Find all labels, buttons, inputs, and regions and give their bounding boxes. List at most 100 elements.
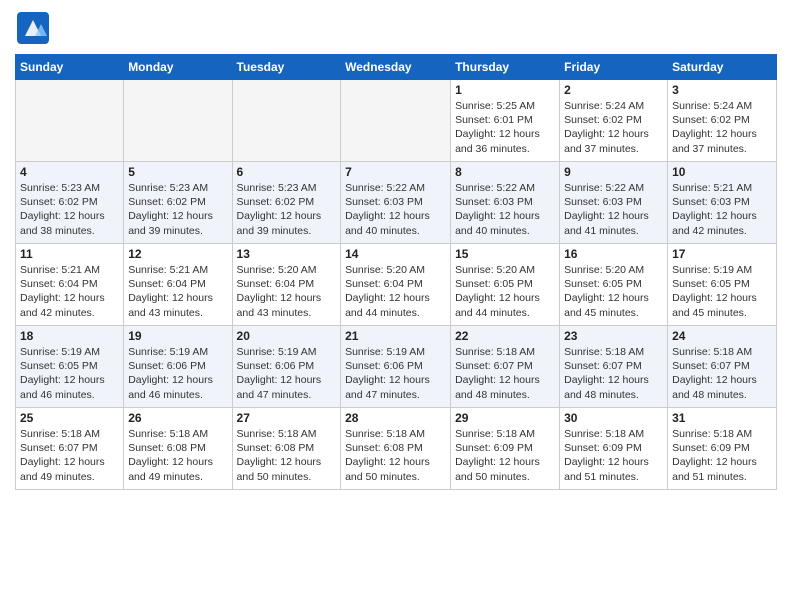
- day-info: Sunrise: 5:18 AM Sunset: 6:09 PM Dayligh…: [672, 427, 772, 484]
- calendar-cell: 18 Sunrise: 5:19 AM Sunset: 6:05 PM Dayli…: [16, 326, 124, 408]
- calendar-cell: 7Sunrise: 5:22 AM Sunset: 6:03 PM Daylig…: [341, 162, 451, 244]
- calendar-cell: 4Sunrise: 5:23 AM Sunset: 6:02 PM Daylig…: [16, 162, 124, 244]
- calendar-cell: 25Sunrise: 5:18 AM Sunset: 6:07 PM Dayli…: [16, 408, 124, 490]
- calendar-cell: [232, 80, 341, 162]
- calendar-cell: 26 Sunrise: 5:18 AM Sunset: 6:08 PM Dayli…: [124, 408, 232, 490]
- day-info: Sunrise: 5:18 AM Sunset: 6:09 PM Dayligh…: [564, 427, 663, 484]
- day-info: Sunrise: 5:22 AM Sunset: 6:03 PM Dayligh…: [455, 181, 555, 238]
- day-info: Sunrise: 5:19 AM Sunset: 6:05 PM Dayligh…: [672, 263, 772, 320]
- day-number: 1: [455, 83, 555, 97]
- day-info: Sunrise: 5:22 AM Sunset: 6:03 PM Dayligh…: [564, 181, 663, 238]
- header: [15, 10, 777, 46]
- day-number: 29: [455, 411, 555, 425]
- weekday-header-wednesday: Wednesday: [341, 55, 451, 80]
- calendar-cell: 9 Sunrise: 5:22 AM Sunset: 6:03 PM Daylig…: [560, 162, 668, 244]
- calendar-cell: 6 Sunrise: 5:23 AM Sunset: 6:02 PM Daylig…: [232, 162, 341, 244]
- day-number: 2: [564, 83, 663, 97]
- calendar-cell: 23Sunrise: 5:18 AM Sunset: 6:07 PM Dayli…: [560, 326, 668, 408]
- calendar-week-row: 18 Sunrise: 5:19 AM Sunset: 6:05 PM Dayli…: [16, 326, 777, 408]
- day-number: 12: [128, 247, 227, 261]
- calendar-cell: 31 Sunrise: 5:18 AM Sunset: 6:09 PM Dayli…: [668, 408, 777, 490]
- calendar-week-row: 25Sunrise: 5:18 AM Sunset: 6:07 PM Dayli…: [16, 408, 777, 490]
- calendar-cell: 8 Sunrise: 5:22 AM Sunset: 6:03 PM Daylig…: [451, 162, 560, 244]
- day-number: 27: [237, 411, 337, 425]
- day-number: 22: [455, 329, 555, 343]
- logo-icon: [15, 10, 51, 46]
- calendar-cell: 17 Sunrise: 5:19 AM Sunset: 6:05 PM Dayli…: [668, 244, 777, 326]
- day-info: Sunrise: 5:25 AM Sunset: 6:01 PM Dayligh…: [455, 99, 555, 156]
- day-number: 18: [20, 329, 119, 343]
- weekday-header-thursday: Thursday: [451, 55, 560, 80]
- page-container: SundayMondayTuesdayWednesdayThursdayFrid…: [0, 0, 792, 500]
- calendar-cell: 14 Sunrise: 5:20 AM Sunset: 6:04 PM Dayli…: [341, 244, 451, 326]
- calendar-cell: 30 Sunrise: 5:18 AM Sunset: 6:09 PM Dayli…: [560, 408, 668, 490]
- day-info: Sunrise: 5:21 AM Sunset: 6:04 PM Dayligh…: [20, 263, 119, 320]
- calendar-cell: 19 Sunrise: 5:19 AM Sunset: 6:06 PM Dayli…: [124, 326, 232, 408]
- day-info: Sunrise: 5:23 AM Sunset: 6:02 PM Dayligh…: [20, 181, 119, 238]
- day-info: Sunrise: 5:19 AM Sunset: 6:06 PM Dayligh…: [345, 345, 446, 402]
- calendar-cell: 10 Sunrise: 5:21 AM Sunset: 6:03 PM Dayli…: [668, 162, 777, 244]
- calendar-cell: 20 Sunrise: 5:19 AM Sunset: 6:06 PM Dayli…: [232, 326, 341, 408]
- weekday-header-row: SundayMondayTuesdayWednesdayThursdayFrid…: [16, 55, 777, 80]
- day-number: 21: [345, 329, 446, 343]
- calendar-cell: 29 Sunrise: 5:18 AM Sunset: 6:09 PM Dayli…: [451, 408, 560, 490]
- day-number: 28: [345, 411, 446, 425]
- day-number: 8: [455, 165, 555, 179]
- day-number: 11: [20, 247, 119, 261]
- calendar-cell: [16, 80, 124, 162]
- weekday-header-saturday: Saturday: [668, 55, 777, 80]
- day-info: Sunrise: 5:21 AM Sunset: 6:03 PM Dayligh…: [672, 181, 772, 238]
- calendar-cell: 13Sunrise: 5:20 AM Sunset: 6:04 PM Dayli…: [232, 244, 341, 326]
- day-info: Sunrise: 5:18 AM Sunset: 6:07 PM Dayligh…: [20, 427, 119, 484]
- day-info: Sunrise: 5:23 AM Sunset: 6:02 PM Dayligh…: [237, 181, 337, 238]
- weekday-header-sunday: Sunday: [16, 55, 124, 80]
- calendar-cell: [124, 80, 232, 162]
- day-info: Sunrise: 5:18 AM Sunset: 6:07 PM Dayligh…: [672, 345, 772, 402]
- day-number: 10: [672, 165, 772, 179]
- day-number: 31: [672, 411, 772, 425]
- day-number: 5: [128, 165, 227, 179]
- day-number: 9: [564, 165, 663, 179]
- calendar-cell: 3 Sunrise: 5:24 AM Sunset: 6:02 PM Daylig…: [668, 80, 777, 162]
- day-number: 26: [128, 411, 227, 425]
- calendar-cell: 5 Sunrise: 5:23 AM Sunset: 6:02 PM Daylig…: [124, 162, 232, 244]
- day-info: Sunrise: 5:18 AM Sunset: 6:08 PM Dayligh…: [345, 427, 446, 484]
- calendar-cell: 27 Sunrise: 5:18 AM Sunset: 6:08 PM Dayli…: [232, 408, 341, 490]
- day-number: 6: [237, 165, 337, 179]
- day-info: Sunrise: 5:20 AM Sunset: 6:05 PM Dayligh…: [564, 263, 663, 320]
- logo: [15, 10, 56, 46]
- day-info: Sunrise: 5:19 AM Sunset: 6:05 PM Dayligh…: [20, 345, 119, 402]
- day-number: 3: [672, 83, 772, 97]
- day-number: 20: [237, 329, 337, 343]
- day-number: 7: [345, 165, 446, 179]
- day-info: Sunrise: 5:19 AM Sunset: 6:06 PM Dayligh…: [128, 345, 227, 402]
- weekday-header-tuesday: Tuesday: [232, 55, 341, 80]
- day-info: Sunrise: 5:20 AM Sunset: 6:04 PM Dayligh…: [345, 263, 446, 320]
- day-number: 19: [128, 329, 227, 343]
- calendar-cell: 15Sunrise: 5:20 AM Sunset: 6:05 PM Dayli…: [451, 244, 560, 326]
- day-info: Sunrise: 5:24 AM Sunset: 6:02 PM Dayligh…: [672, 99, 772, 156]
- day-number: 30: [564, 411, 663, 425]
- day-info: Sunrise: 5:20 AM Sunset: 6:04 PM Dayligh…: [237, 263, 337, 320]
- calendar-cell: 16 Sunrise: 5:20 AM Sunset: 6:05 PM Dayli…: [560, 244, 668, 326]
- day-number: 14: [345, 247, 446, 261]
- calendar-cell: 11 Sunrise: 5:21 AM Sunset: 6:04 PM Dayli…: [16, 244, 124, 326]
- day-number: 16: [564, 247, 663, 261]
- day-number: 15: [455, 247, 555, 261]
- calendar-cell: 21 Sunrise: 5:19 AM Sunset: 6:06 PM Dayli…: [341, 326, 451, 408]
- day-info: Sunrise: 5:19 AM Sunset: 6:06 PM Dayligh…: [237, 345, 337, 402]
- day-info: Sunrise: 5:24 AM Sunset: 6:02 PM Dayligh…: [564, 99, 663, 156]
- day-info: Sunrise: 5:18 AM Sunset: 6:09 PM Dayligh…: [455, 427, 555, 484]
- day-number: 17: [672, 247, 772, 261]
- calendar-cell: [341, 80, 451, 162]
- day-info: Sunrise: 5:23 AM Sunset: 6:02 PM Dayligh…: [128, 181, 227, 238]
- day-info: Sunrise: 5:18 AM Sunset: 6:08 PM Dayligh…: [237, 427, 337, 484]
- day-info: Sunrise: 5:18 AM Sunset: 6:08 PM Dayligh…: [128, 427, 227, 484]
- day-number: 24: [672, 329, 772, 343]
- calendar-cell: 2 Sunrise: 5:24 AM Sunset: 6:02 PM Daylig…: [560, 80, 668, 162]
- calendar-cell: 12Sunrise: 5:21 AM Sunset: 6:04 PM Dayli…: [124, 244, 232, 326]
- calendar-cell: 24 Sunrise: 5:18 AM Sunset: 6:07 PM Dayli…: [668, 326, 777, 408]
- calendar-week-row: 11 Sunrise: 5:21 AM Sunset: 6:04 PM Dayli…: [16, 244, 777, 326]
- calendar: SundayMondayTuesdayWednesdayThursdayFrid…: [15, 54, 777, 490]
- calendar-cell: 22Sunrise: 5:18 AM Sunset: 6:07 PM Dayli…: [451, 326, 560, 408]
